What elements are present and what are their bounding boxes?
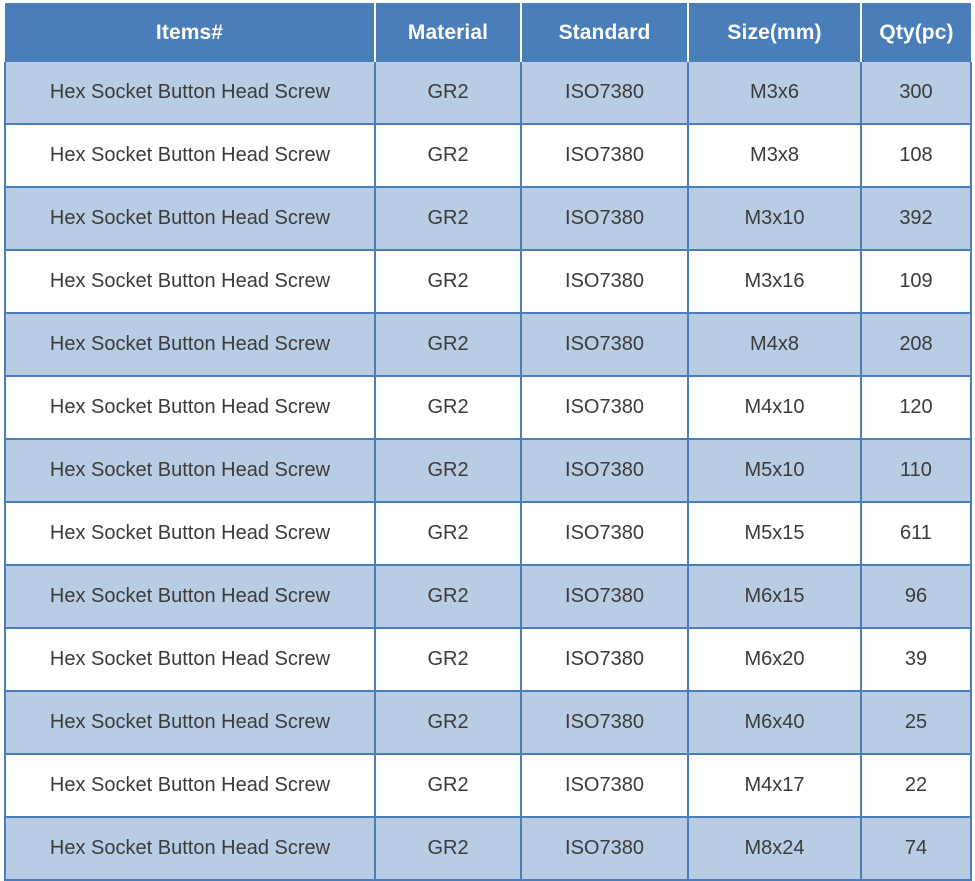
column-header-standard[interactable]: Standard (521, 3, 689, 62)
cell-standard: ISO7380 (521, 565, 689, 629)
cell-item: Hex Socket Button Head Screw (4, 565, 376, 629)
cell-size: M6x20 (688, 628, 862, 692)
column-header-qty[interactable]: Qty(pc) (861, 3, 971, 62)
cell-material: GR2 (375, 691, 522, 755)
cell-size: M5x15 (688, 502, 862, 566)
cell-item: Hex Socket Button Head Screw (4, 187, 376, 251)
header-row: Items# Material Standard Size(mm) Qty(pc… (5, 3, 971, 62)
table-body: Hex Socket Button Head Screw GR2 ISO7380 M3… (4, 62, 972, 881)
column-header-size[interactable]: Size(mm) (688, 3, 862, 62)
column-header-items[interactable]: Items# (5, 3, 376, 62)
cell-item: Hex Socket Button Head Screw (4, 313, 376, 377)
cell-qty: 108 (861, 124, 972, 188)
cell-qty: 611 (861, 502, 972, 566)
cell-size: M4x10 (688, 376, 862, 440)
column-header-material[interactable]: Material (375, 3, 522, 62)
cell-standard: ISO7380 (521, 439, 689, 503)
cell-qty: 110 (861, 439, 972, 503)
cell-item: Hex Socket Button Head Screw (4, 754, 376, 818)
cell-material: GR2 (375, 376, 522, 440)
cell-qty: 120 (861, 376, 972, 440)
table-header: Items# Material Standard Size(mm) Qty(pc… (5, 3, 971, 62)
cell-material: GR2 (375, 250, 522, 314)
cell-standard: ISO7380 (521, 817, 689, 881)
cell-material: GR2 (375, 502, 522, 566)
cell-material: GR2 (375, 62, 522, 125)
cell-item: Hex Socket Button Head Screw (4, 62, 376, 125)
cell-standard: ISO7380 (521, 502, 689, 566)
inventory-table: Items# Material Standard Size(mm) Qty(pc… (4, 3, 972, 881)
cell-qty: 208 (861, 313, 972, 377)
cell-qty: 109 (861, 250, 972, 314)
table-row[interactable]: Hex Socket Button Head Screw GR2 ISO7380 M4… (4, 376, 972, 440)
cell-size: M3x6 (688, 62, 862, 125)
table-row[interactable]: Hex Socket Button Head Screw GR2 ISO7380 M3… (4, 187, 972, 251)
cell-material: GR2 (375, 817, 522, 881)
cell-material: GR2 (375, 187, 522, 251)
cell-item: Hex Socket Button Head Screw (4, 439, 376, 503)
cell-material: GR2 (375, 628, 522, 692)
cell-size: M3x16 (688, 250, 862, 314)
cell-item: Hex Socket Button Head Screw (4, 628, 376, 692)
cell-item: Hex Socket Button Head Screw (4, 376, 376, 440)
cell-standard: ISO7380 (521, 691, 689, 755)
inventory-table-container: Items# Material Standard Size(mm) Qty(pc… (0, 0, 975, 881)
cell-standard: ISO7380 (521, 62, 689, 125)
table-row[interactable]: Hex Socket Button Head Screw GR2 ISO7380 M8… (4, 817, 972, 881)
cell-material: GR2 (375, 124, 522, 188)
table-row[interactable]: Hex Socket Button Head Screw GR2 ISO7380 M3… (4, 250, 972, 314)
cell-item: Hex Socket Button Head Screw (4, 691, 376, 755)
cell-size: M4x8 (688, 313, 862, 377)
cell-standard: ISO7380 (521, 628, 689, 692)
cell-standard: ISO7380 (521, 376, 689, 440)
table-row[interactable]: Hex Socket Button Head Screw GR2 ISO7380 M4… (4, 313, 972, 377)
cell-standard: ISO7380 (521, 313, 689, 377)
table-row[interactable]: Hex Socket Button Head Screw GR2 ISO7380 M6… (4, 628, 972, 692)
cell-item: Hex Socket Button Head Screw (4, 502, 376, 566)
cell-qty: 25 (861, 691, 972, 755)
cell-size: M4x17 (688, 754, 862, 818)
cell-item: Hex Socket Button Head Screw (4, 250, 376, 314)
table-row[interactable]: Hex Socket Button Head Screw GR2 ISO7380 M5… (4, 439, 972, 503)
table-row[interactable]: Hex Socket Button Head Screw GR2 ISO7380 M3… (4, 62, 972, 125)
cell-standard: ISO7380 (521, 187, 689, 251)
cell-size: M3x10 (688, 187, 862, 251)
cell-standard: ISO7380 (521, 754, 689, 818)
cell-material: GR2 (375, 565, 522, 629)
cell-qty: 22 (861, 754, 972, 818)
cell-qty: 39 (861, 628, 972, 692)
cell-size: M5x10 (688, 439, 862, 503)
cell-size: M6x40 (688, 691, 862, 755)
table-row[interactable]: Hex Socket Button Head Screw GR2 ISO7380 M6… (4, 565, 972, 629)
cell-qty: 96 (861, 565, 972, 629)
cell-material: GR2 (375, 754, 522, 818)
cell-qty: 392 (861, 187, 972, 251)
table-row[interactable]: Hex Socket Button Head Screw GR2 ISO7380 M6… (4, 691, 972, 755)
cell-size: M6x15 (688, 565, 862, 629)
cell-size: M8x24 (688, 817, 862, 881)
cell-qty: 74 (861, 817, 972, 881)
cell-standard: ISO7380 (521, 250, 689, 314)
cell-standard: ISO7380 (521, 124, 689, 188)
table-row[interactable]: Hex Socket Button Head Screw GR2 ISO7380 M3… (4, 124, 972, 188)
cell-qty: 300 (861, 62, 972, 125)
cell-material: GR2 (375, 439, 522, 503)
cell-item: Hex Socket Button Head Screw (4, 817, 376, 881)
cell-material: GR2 (375, 313, 522, 377)
cell-item: Hex Socket Button Head Screw (4, 124, 376, 188)
table-row[interactable]: Hex Socket Button Head Screw GR2 ISO7380 M5… (4, 502, 972, 566)
cell-size: M3x8 (688, 124, 862, 188)
table-row[interactable]: Hex Socket Button Head Screw GR2 ISO7380 M4… (4, 754, 972, 818)
